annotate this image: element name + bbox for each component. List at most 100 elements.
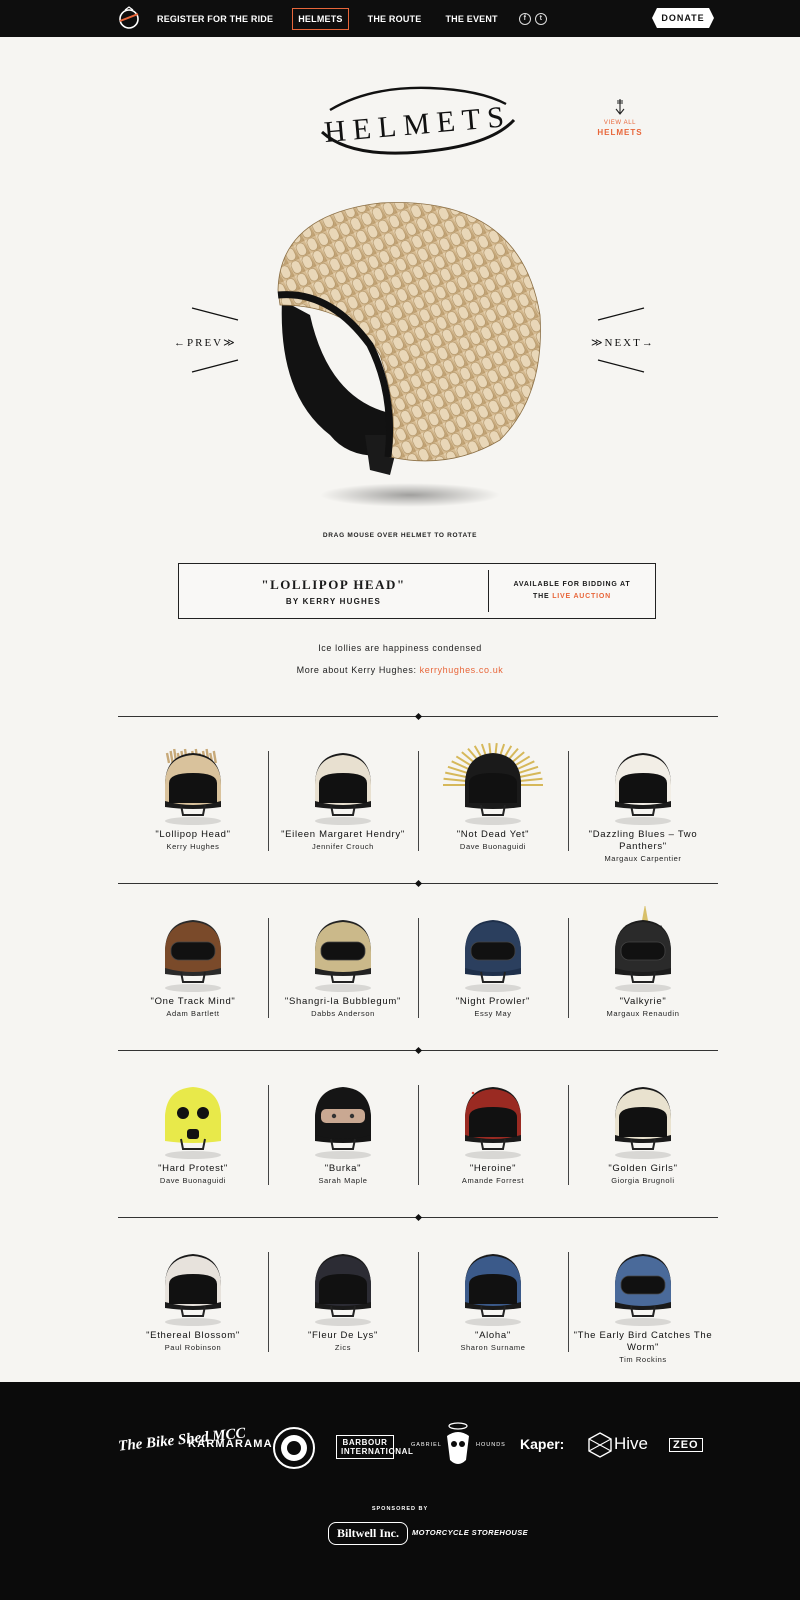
helmet-artist: Dave Buonaguidi (159, 1176, 227, 1185)
helmet-grid-row: "One Track Mind" Adam Bartlett "Shangri-l… (118, 879, 718, 1051)
helmet-artist: Adam Bartlett (166, 1009, 220, 1018)
logo-karmarama[interactable]: KARMARAMA (188, 1438, 273, 1450)
column-divider (268, 918, 269, 1018)
helmet-artist: Margaux Renaudin (606, 1009, 680, 1018)
view-all-helmets-link[interactable]: VIEW ALL HELMETS (590, 118, 650, 138)
fletching-icon: ≫ (223, 337, 237, 349)
next-button[interactable]: ≫NEXT→ (591, 336, 655, 349)
social-links: f t (518, 12, 547, 25)
auction-the: THE (533, 593, 553, 600)
helmet-thumbnail-icon (465, 1087, 521, 1159)
artist-website-link[interactable]: kerryhughes.co.uk (420, 665, 504, 675)
column-divider (268, 1252, 269, 1352)
helmet-card[interactable]: "Fleur De Lys" Zics (268, 1218, 418, 1385)
site-logo-icon[interactable] (117, 6, 141, 30)
logo-gabriel: GABRIEL (411, 1442, 442, 1448)
helmet-card[interactable]: "Ethereal Blossom" Paul Robinson (118, 1218, 268, 1385)
helmet-card[interactable]: "One Track Mind" Adam Bartlett (118, 884, 268, 1051)
more-about-label: More about Kerry Hughes: (296, 665, 420, 675)
nav-register[interactable]: Register for the ride (152, 9, 278, 29)
helmet-artist: Giorgia Brugnoli (611, 1176, 675, 1185)
helmet-thumbnail-icon (165, 748, 221, 825)
helmet-artist: Jennifer Crouch (312, 842, 374, 851)
helmet-name: "One Track Mind" (150, 996, 236, 1007)
column-divider (268, 751, 269, 851)
column-divider (568, 1085, 569, 1185)
helmet-card[interactable]: "Dazzling Blues – Two Panthers" Margaux C… (568, 717, 718, 884)
nav-route[interactable]: The route (363, 9, 427, 29)
helmet-card[interactable]: "Heroine" Amande Forrest (418, 1051, 568, 1218)
arrow-right-icon: → (641, 337, 655, 349)
donate-button[interactable]: DONATE (652, 8, 714, 28)
helmet-card[interactable]: "Hard Protest" Dave Buonaguidi (118, 1051, 268, 1218)
top-nav: Register for the ride Helmets The route … (0, 0, 800, 37)
fletching-icon: ≫ (591, 337, 605, 349)
column-divider (268, 1085, 269, 1185)
helmet-thumbnail-icon (465, 1254, 521, 1326)
helmet-thumbnail-icon (315, 920, 371, 992)
column-divider (568, 751, 569, 851)
helmet-name: "Fleur De Lys" (307, 1330, 379, 1341)
helmet-artist: Paul Robinson (164, 1343, 222, 1352)
helmet-thumbnail-icon (615, 1254, 671, 1326)
helmet-card[interactable]: "Valkyrie" Margaux Renaudin (568, 884, 718, 1051)
helmet-name: "Ethereal Blossom" (146, 1330, 240, 1341)
logo-hounds-skull-icon[interactable] (444, 1420, 472, 1470)
helmet-name: "Eileen Margaret Hendry" (281, 829, 405, 840)
helmet-artist: Dabbs Anderson (311, 1009, 375, 1018)
helmet-grid-row: "Hard Protest" Dave Buonaguidi "Burka" Sar… (118, 1046, 718, 1218)
column-divider (418, 918, 419, 1018)
facebook-icon[interactable]: f (518, 12, 531, 25)
helmet-name: "The Early Bird Catches The Worm" (573, 1330, 713, 1353)
nav-helmets[interactable]: Helmets (292, 7, 349, 30)
featured-tagline: Ice lollies are happiness condensed (318, 643, 482, 653)
nav-links: Register for the ride Helmets The route … (152, 0, 547, 37)
column-divider (418, 1252, 419, 1352)
logo-hive[interactable]: Hive (614, 1434, 648, 1454)
helmet-name: "Shangri-la Bubblegum" (284, 996, 402, 1007)
live-auction-link[interactable]: LIVE AUCTION (552, 593, 611, 600)
logo-zeo[interactable]: ZEO (669, 1438, 703, 1452)
column-divider (568, 918, 569, 1018)
auction-block: AVAILABLE FOR BIDDING AT THE LIVE AUCTIO… (489, 564, 655, 618)
sponsor-biltwell[interactable]: Biltwell Inc. (328, 1522, 408, 1545)
hero-helmet-image[interactable] (270, 195, 550, 525)
helmet-artist: Essy May (474, 1009, 512, 1018)
helmet-card[interactable]: "Eileen Margaret Hendry" Jennifer Crouch (268, 717, 418, 884)
helmet-thumbnail-icon (615, 906, 671, 992)
helmet-artist: Sarah Maple (318, 1176, 368, 1185)
logo-kaper[interactable]: Kaper: (520, 1436, 564, 1452)
helmet-thumbnail-icon (615, 753, 671, 825)
logo-barbour[interactable]: BARBOUR INTERNATIONAL (336, 1435, 413, 1459)
helmet-thumbnail-icon (165, 920, 221, 992)
prev-button[interactable]: ←PREV≫ (174, 336, 237, 349)
featured-title-block: "LOLLIPOP HEAD" BY KERRY HUGHES (179, 570, 489, 612)
nav-event[interactable]: The event (440, 9, 502, 29)
helmet-artist: Zics (334, 1343, 352, 1352)
helmet-thumbnail-icon (165, 1254, 221, 1326)
logo-hounds: HOUNDS (476, 1442, 506, 1448)
helmet-thumbnail-icon (165, 1087, 221, 1159)
drag-hint: DRAG MOUSE OVER HELMET TO ROTATE (322, 532, 478, 539)
helmet-name: "Burka" (324, 1163, 362, 1174)
twitter-icon[interactable]: t (534, 12, 547, 25)
helmet-card[interactable]: "Night Prowler" Essy May (418, 884, 568, 1051)
helmet-card[interactable]: "Burka" Sarah Maple (268, 1051, 418, 1218)
helmet-card[interactable]: "Lollipop Head" Kerry Hughes (118, 717, 268, 884)
helmet-card[interactable]: "Not Dead Yet" Dave Buonaguidi (418, 717, 568, 884)
helmet-name: "Night Prowler" (455, 996, 531, 1007)
helmet-name: "Heroine" (469, 1163, 517, 1174)
helmet-card[interactable]: "The Early Bird Catches The Worm" Tim Roc… (568, 1218, 718, 1385)
logo-roundel-icon[interactable] (272, 1426, 316, 1470)
helmet-artist: Tim Rockins (619, 1355, 667, 1364)
down-arrow-icon (615, 99, 625, 115)
helmet-card[interactable]: "Golden Girls" Giorgia Brugnoli (568, 1051, 718, 1218)
more-about: More about Kerry Hughes: kerryhughes.co.… (0, 665, 800, 675)
helmet-name: "Hard Protest" (158, 1163, 228, 1174)
helmet-name: "Dazzling Blues – Two Panthers" (588, 829, 698, 852)
sponsor-motorcycle-storehouse[interactable]: MOTORCYCLE STOREHOUSE (412, 1528, 528, 1537)
helmet-card[interactable]: "Aloha" Sharon Surname (418, 1218, 568, 1385)
helmet-card[interactable]: "Shangri-la Bubblegum" Dabbs Anderson (268, 884, 418, 1051)
helmet-grid-row: "Ethereal Blossom" Paul Robinson "Fleur D… (118, 1213, 718, 1385)
view-all-small-label: VIEW ALL (603, 120, 637, 126)
